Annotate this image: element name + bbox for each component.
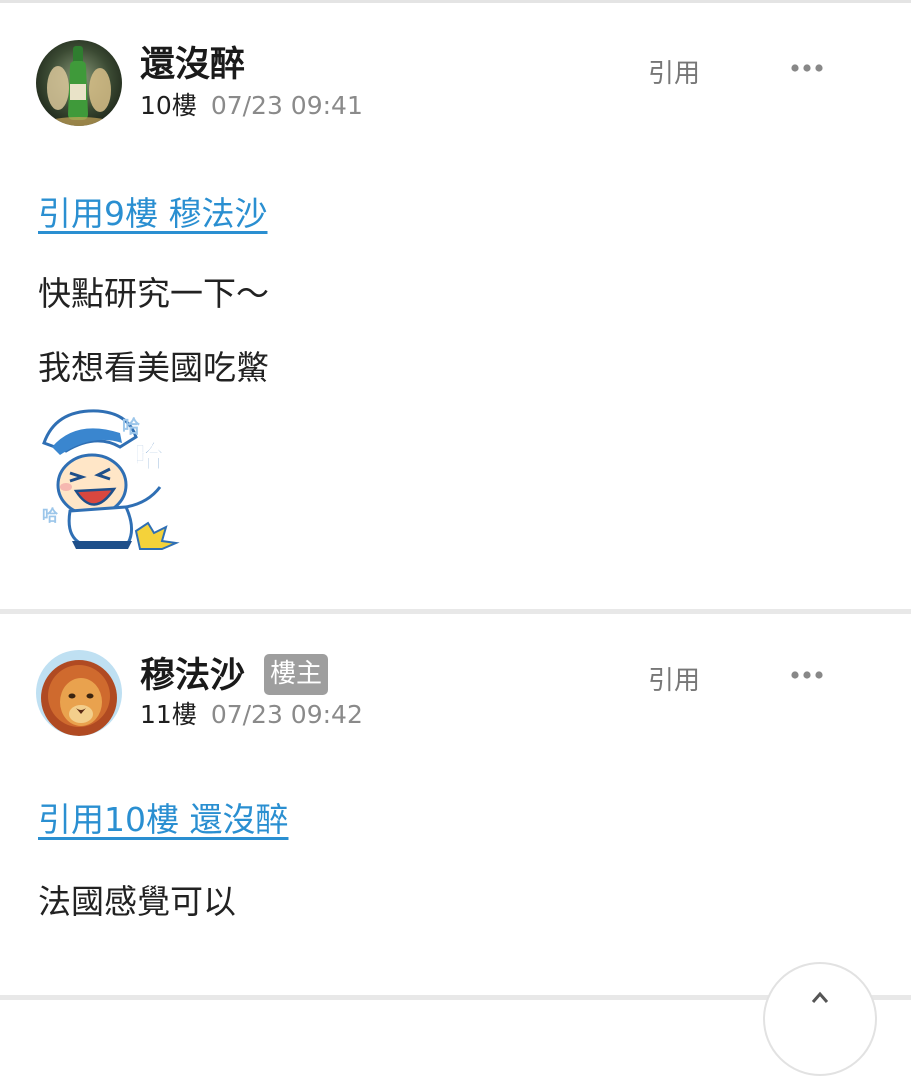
username[interactable]: 穆法沙	[140, 656, 245, 696]
post-body-line: 我想看美國吃鱉	[38, 348, 269, 387]
quote-reference-link[interactable]: 引用9樓 穆法沙	[38, 193, 268, 235]
lion-king-avatar-icon	[36, 650, 122, 736]
quote-reference-link[interactable]: 引用10樓 還沒醉	[38, 799, 288, 841]
more-options-button[interactable]	[786, 660, 830, 696]
post-meta: 11樓 07/23 09:42	[140, 700, 363, 733]
post-timestamp: 07/23 09:42	[210, 700, 363, 729]
floor-number: 10樓	[140, 91, 197, 120]
laughing-cartoon-icon: 哈 哈 哈	[42, 409, 180, 550]
user-avatar[interactable]	[36, 40, 122, 126]
scroll-to-top-button[interactable]	[763, 962, 877, 1076]
sticker-text: 哈	[134, 440, 164, 475]
post-floor-10: 還沒醉 10樓 07/23 09:41 引用 引用9樓 穆法沙 快點研究一下～ 我…	[0, 3, 911, 610]
svg-text:哈: 哈	[42, 506, 58, 525]
user-avatar[interactable]	[36, 650, 122, 736]
laughing-cartoon-sticker: 哈 哈 哈	[36, 403, 186, 553]
more-dots-icon	[791, 64, 823, 72]
post-meta: 10樓 07/23 09:41	[140, 91, 363, 124]
more-dots-icon	[791, 671, 823, 679]
username[interactable]: 還沒醉	[140, 45, 245, 85]
scroll-to-top-icon	[811, 991, 829, 1003]
quote-button[interactable]: 引用	[648, 56, 700, 92]
quote-button[interactable]: 引用	[648, 663, 700, 699]
post-body-line: 法國感覺可以	[38, 882, 236, 921]
floor-number: 11樓	[140, 700, 197, 729]
original-poster-badge: 樓主	[264, 654, 329, 695]
post-timestamp: 07/23 09:41	[210, 91, 363, 120]
post-floor-11: 穆法沙 樓主 11樓 07/23 09:42 引用 引用10樓 還沒醉 法國感覺可…	[0, 614, 911, 996]
svg-text:哈: 哈	[122, 416, 140, 438]
beer-bottle-avatar-icon	[36, 40, 122, 126]
post-body-line: 快點研究一下～	[38, 274, 269, 313]
more-options-button[interactable]	[786, 53, 830, 89]
